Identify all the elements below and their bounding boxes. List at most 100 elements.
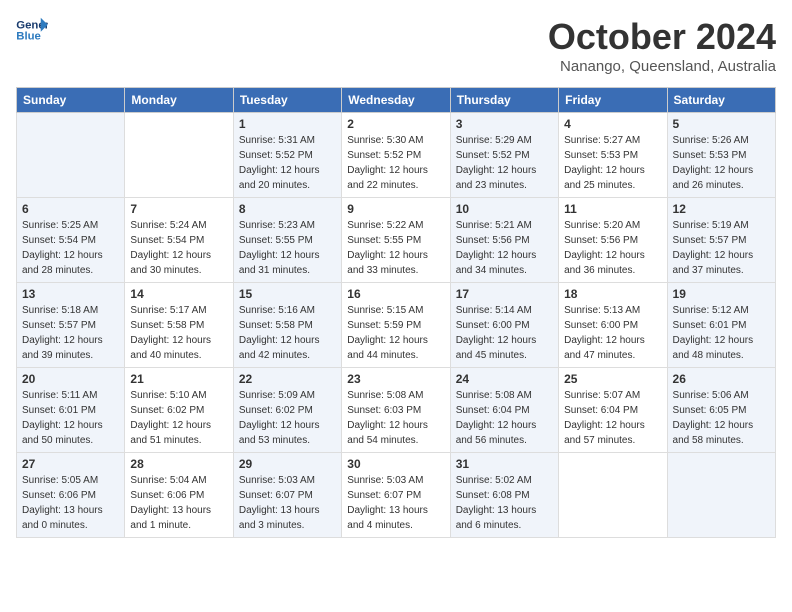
weekday-header-thursday: Thursday — [450, 88, 558, 113]
calendar-day-13: 13Sunrise: 5:18 AM Sunset: 5:57 PM Dayli… — [17, 283, 125, 368]
calendar-day-1: 1 Sunrise: 5:31 AM Sunset: 5:52 PM Daylig… — [233, 113, 341, 198]
calendar-day-29: 29Sunrise: 5:03 AM Sunset: 6:07 PM Dayli… — [233, 453, 341, 538]
day-info: Sunrise: 5:17 AM Sunset: 5:58 PM Dayligh… — [130, 303, 227, 363]
calendar-day-27: 27 Sunrise: 5:05 AM Sunset: 6:06 PM Dayli… — [17, 453, 125, 538]
calendar-day-26: 26 Sunrise: 5:06 AM Sunset: 6:05 PM Dayli… — [667, 368, 775, 453]
day-info: Sunrise: 5:24 AM Sunset: 5:54 PM Dayligh… — [130, 218, 227, 278]
weekday-header-saturday: Saturday — [667, 88, 775, 113]
weekday-header-friday: Friday — [559, 88, 667, 113]
logo-icon: General Blue — [16, 16, 48, 44]
day-info: Sunrise: 5:31 AM Sunset: 5:52 PM Dayligh… — [239, 133, 336, 193]
day-number: 9 — [347, 202, 444, 216]
location-subtitle: Nanango, Queensland, Australia — [548, 58, 776, 75]
day-number: 4 — [564, 117, 661, 131]
day-number: 11 — [564, 202, 661, 216]
day-info: Sunrise: 5:06 AM Sunset: 6:05 PM Dayligh… — [673, 388, 770, 448]
day-info: Sunrise: 5:25 AM Sunset: 5:54 PM Dayligh… — [22, 218, 119, 278]
day-number: 20 — [22, 372, 119, 386]
day-number: 23 — [347, 372, 444, 386]
calendar-day-12: 12 Sunrise: 5:19 AM Sunset: 5:57 PM Dayli… — [667, 198, 775, 283]
day-info: Sunrise: 5:07 AM Sunset: 6:04 PM Dayligh… — [564, 388, 661, 448]
day-info: Sunrise: 5:19 AM Sunset: 5:57 PM Dayligh… — [673, 218, 770, 278]
day-info: Sunrise: 5:13 AM Sunset: 6:00 PM Dayligh… — [564, 303, 661, 363]
calendar-day-14: 14Sunrise: 5:17 AM Sunset: 5:58 PM Dayli… — [125, 283, 233, 368]
calendar-week-row: 1 Sunrise: 5:31 AM Sunset: 5:52 PM Daylig… — [17, 113, 776, 198]
calendar-day-6: 6 Sunrise: 5:25 AM Sunset: 5:54 PM Daylig… — [17, 198, 125, 283]
calendar-day-28: 28 Sunrise: 5:04 AM Sunset: 6:06 PM Dayli… — [125, 453, 233, 538]
day-number: 24 — [456, 372, 553, 386]
weekday-header-sunday: Sunday — [17, 88, 125, 113]
calendar-day-11: 11 Sunrise: 5:20 AM Sunset: 5:56 PM Dayli… — [559, 198, 667, 283]
day-number: 30 — [347, 457, 444, 471]
calendar-day-10: 10 Sunrise: 5:21 AM Sunset: 5:56 PM Dayli… — [450, 198, 558, 283]
day-number: 27 — [22, 457, 119, 471]
calendar-day-8: 8Sunrise: 5:23 AM Sunset: 5:55 PM Daylig… — [233, 198, 341, 283]
calendar-day-19: 19 Sunrise: 5:12 AM Sunset: 6:01 PM Dayli… — [667, 283, 775, 368]
day-number: 2 — [347, 117, 444, 131]
day-number: 6 — [22, 202, 119, 216]
weekday-header-tuesday: Tuesday — [233, 88, 341, 113]
page-header: General Blue October 2024 Nanango, Queen… — [16, 16, 776, 75]
weekday-header-monday: Monday — [125, 88, 233, 113]
calendar-day-20: 20 Sunrise: 5:11 AM Sunset: 6:01 PM Dayli… — [17, 368, 125, 453]
day-number: 18 — [564, 287, 661, 301]
calendar-day-24: 24 Sunrise: 5:08 AM Sunset: 6:04 PM Dayli… — [450, 368, 558, 453]
title-area: October 2024 Nanango, Queensland, Austra… — [548, 16, 776, 75]
day-number: 16 — [347, 287, 444, 301]
calendar-day-23: 23Sunrise: 5:08 AM Sunset: 6:03 PM Dayli… — [342, 368, 450, 453]
day-number: 19 — [673, 287, 770, 301]
calendar-day-4: 4Sunrise: 5:27 AM Sunset: 5:53 PM Daylig… — [559, 113, 667, 198]
day-number: 7 — [130, 202, 227, 216]
day-info: Sunrise: 5:10 AM Sunset: 6:02 PM Dayligh… — [130, 388, 227, 448]
day-number: 31 — [456, 457, 553, 471]
day-info: Sunrise: 5:16 AM Sunset: 5:58 PM Dayligh… — [239, 303, 336, 363]
day-info: Sunrise: 5:11 AM Sunset: 6:01 PM Dayligh… — [22, 388, 119, 448]
day-number: 12 — [673, 202, 770, 216]
day-info: Sunrise: 5:21 AM Sunset: 5:56 PM Dayligh… — [456, 218, 553, 278]
calendar-day-7: 7 Sunrise: 5:24 AM Sunset: 5:54 PM Daylig… — [125, 198, 233, 283]
day-info: Sunrise: 5:03 AM Sunset: 6:07 PM Dayligh… — [347, 473, 444, 533]
day-info: Sunrise: 5:30 AM Sunset: 5:52 PM Dayligh… — [347, 133, 444, 193]
day-number: 10 — [456, 202, 553, 216]
day-info: Sunrise: 5:09 AM Sunset: 6:02 PM Dayligh… — [239, 388, 336, 448]
calendar-empty-cell — [125, 113, 233, 198]
calendar-week-row: 27 Sunrise: 5:05 AM Sunset: 6:06 PM Dayli… — [17, 453, 776, 538]
day-info: Sunrise: 5:20 AM Sunset: 5:56 PM Dayligh… — [564, 218, 661, 278]
day-number: 25 — [564, 372, 661, 386]
day-info: Sunrise: 5:02 AM Sunset: 6:08 PM Dayligh… — [456, 473, 553, 533]
day-number: 29 — [239, 457, 336, 471]
calendar-day-17: 17Sunrise: 5:14 AM Sunset: 6:00 PM Dayli… — [450, 283, 558, 368]
day-number: 22 — [239, 372, 336, 386]
calendar-week-row: 6 Sunrise: 5:25 AM Sunset: 5:54 PM Daylig… — [17, 198, 776, 283]
day-number: 3 — [456, 117, 553, 131]
day-info: Sunrise: 5:26 AM Sunset: 5:53 PM Dayligh… — [673, 133, 770, 193]
calendar-day-22: 22 Sunrise: 5:09 AM Sunset: 6:02 PM Dayli… — [233, 368, 341, 453]
day-info: Sunrise: 5:14 AM Sunset: 6:00 PM Dayligh… — [456, 303, 553, 363]
day-info: Sunrise: 5:15 AM Sunset: 5:59 PM Dayligh… — [347, 303, 444, 363]
calendar-day-2: 2 Sunrise: 5:30 AM Sunset: 5:52 PM Daylig… — [342, 113, 450, 198]
calendar-empty-cell — [559, 453, 667, 538]
calendar-day-30: 30 Sunrise: 5:03 AM Sunset: 6:07 PM Dayli… — [342, 453, 450, 538]
calendar-day-15: 15Sunrise: 5:16 AM Sunset: 5:58 PM Dayli… — [233, 283, 341, 368]
calendar-day-25: 25 Sunrise: 5:07 AM Sunset: 6:04 PM Dayli… — [559, 368, 667, 453]
day-info: Sunrise: 5:05 AM Sunset: 6:06 PM Dayligh… — [22, 473, 119, 533]
day-number: 26 — [673, 372, 770, 386]
day-info: Sunrise: 5:08 AM Sunset: 6:04 PM Dayligh… — [456, 388, 553, 448]
calendar-day-21: 21 Sunrise: 5:10 AM Sunset: 6:02 PM Dayli… — [125, 368, 233, 453]
day-number: 1 — [239, 117, 336, 131]
day-number: 8 — [239, 202, 336, 216]
weekday-header-wednesday: Wednesday — [342, 88, 450, 113]
calendar-week-row: 13Sunrise: 5:18 AM Sunset: 5:57 PM Dayli… — [17, 283, 776, 368]
day-info: Sunrise: 5:04 AM Sunset: 6:06 PM Dayligh… — [130, 473, 227, 533]
month-title: October 2024 — [548, 16, 776, 58]
day-info: Sunrise: 5:22 AM Sunset: 5:55 PM Dayligh… — [347, 218, 444, 278]
svg-text:Blue: Blue — [16, 31, 41, 43]
calendar-day-3: 3 Sunrise: 5:29 AM Sunset: 5:52 PM Daylig… — [450, 113, 558, 198]
day-info: Sunrise: 5:29 AM Sunset: 5:52 PM Dayligh… — [456, 133, 553, 193]
day-number: 28 — [130, 457, 227, 471]
day-number: 13 — [22, 287, 119, 301]
calendar-empty-cell — [17, 113, 125, 198]
calendar-day-16: 16 Sunrise: 5:15 AM Sunset: 5:59 PM Dayli… — [342, 283, 450, 368]
day-info: Sunrise: 5:12 AM Sunset: 6:01 PM Dayligh… — [673, 303, 770, 363]
day-number: 21 — [130, 372, 227, 386]
